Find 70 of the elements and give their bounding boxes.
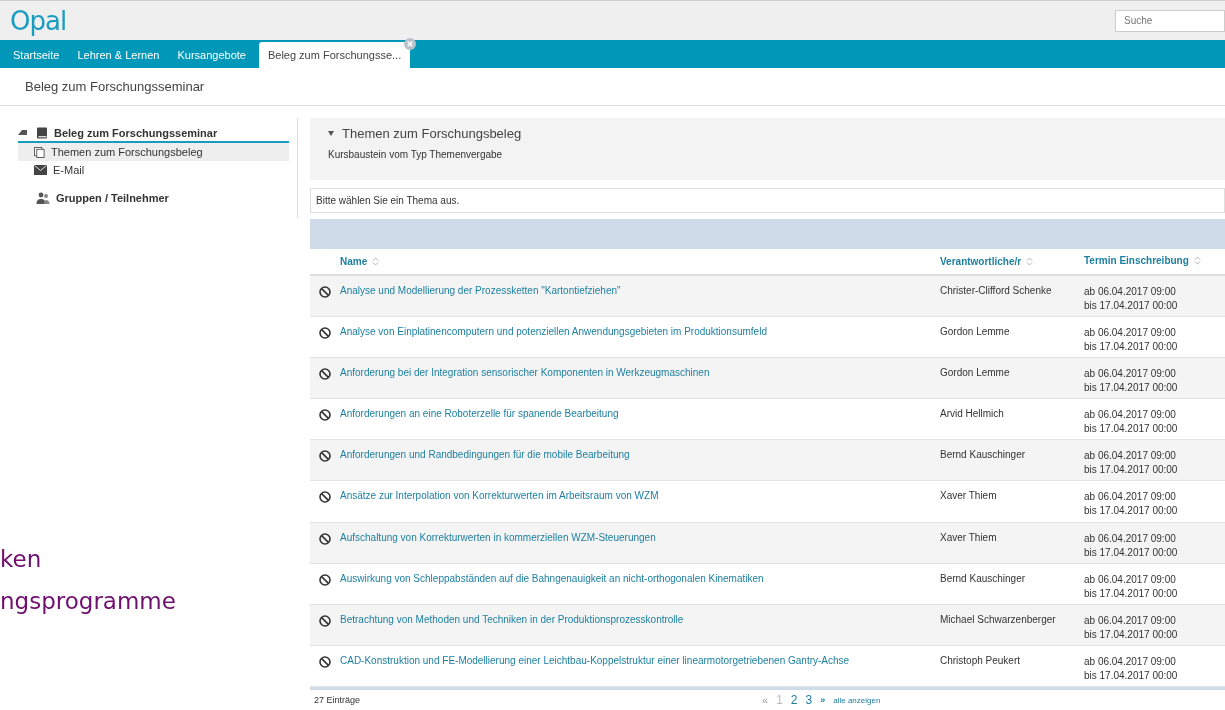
date-cell-text: ab 06.04.2017 09:00 bis 17.04.2017 00:00	[1084, 655, 1179, 684]
date-cell-text: ab 06.04.2017 09:00 bis 17.04.2017 00:00	[1084, 366, 1179, 395]
date-cell-text: ab 06.04.2017 09:00 bis 17.04.2017 00:00	[1084, 408, 1179, 437]
table-cell-text: Arvid Hellmich	[940, 408, 1005, 420]
pages-icon	[34, 146, 45, 158]
not-allowed-icon	[319, 367, 331, 380]
table-cell-text: Bernd Kauschinger	[940, 449, 1027, 461]
date-cell-text: ab 06.04.2017 09:00 bis 17.04.2017 00:00	[1084, 531, 1179, 560]
nav-tab[interactable]: Beleg zum Forschungsse...	[258, 42, 411, 68]
column-header[interactable]: Name	[340, 255, 940, 267]
envelope-icon	[34, 165, 47, 175]
topic-link[interactable]: Aufschaltung von Korrekturwerten in kommerziellen WZM-Steuerungen	[340, 531, 656, 543]
topic-link[interactable]: Ansätze zur Interpolation von Korrekturwerten im Arbeitsraum von WZM	[340, 490, 659, 502]
not-allowed-icon	[319, 450, 331, 463]
table-cell-text: Gordon Lemme	[940, 325, 1011, 337]
date-cell-text: ab 06.04.2017 09:00 bis 17.04.2017 00:00	[1084, 325, 1179, 354]
topic-link[interactable]: Anforderungen und Randbedingungen für die mobile Bearbeitung	[340, 449, 630, 461]
logo[interactable]: Opal	[10, 7, 67, 34]
page-link[interactable]: 2	[790, 693, 798, 708]
not-allowed-icon	[319, 614, 331, 627]
table-cell-text: Christoph Peukert	[940, 655, 1022, 667]
not-allowed-icon	[319, 532, 331, 545]
people-icon	[36, 192, 50, 204]
not-allowed-icon	[319, 573, 331, 586]
topic-link[interactable]: Betrachtung von Methoden und Techniken in der Produktionsprozesskontrolle	[340, 613, 684, 625]
not-allowed-icon	[319, 326, 331, 339]
table-cell-text: Bernd Kauschinger	[940, 572, 1027, 584]
topic-link[interactable]: Auswirkung von Schleppabständen auf die Bahngenauigkeit an nicht-orthogonalen Kinematiken	[340, 572, 764, 584]
book-icon	[36, 126, 48, 139]
table-cell-text: Gordon Lemme	[940, 366, 1011, 378]
date-cell-text: ab 06.04.2017 09:00 bis 17.04.2017 00:00	[1084, 613, 1179, 642]
next-link[interactable]: »	[820, 695, 826, 706]
topic-link[interactable]: Anforderung bei der Integration sensorischer Komponenten in Werkzeugmaschinen	[340, 366, 710, 378]
collapse-triangle-icon[interactable]	[18, 130, 27, 135]
node-title: Themen zum Forschungsbeleg	[342, 126, 522, 141]
not-allowed-icon	[319, 656, 331, 669]
nav-tab[interactable]: Kursangebote	[168, 42, 255, 68]
table-cell-text: Xaver Thiem	[940, 490, 998, 502]
tree-item[interactable]: Gruppen / Teilnehmer	[18, 189, 289, 207]
table-cell-text: Xaver Thiem	[940, 531, 998, 543]
tree-item[interactable]: E-Mail	[18, 161, 289, 179]
topic-link[interactable]: Anforderungen an eine Roboterzelle für spanende Bearbeitung	[340, 408, 619, 420]
table-cell-text: Michael Schwarzenberger	[940, 613, 1057, 625]
tree-item[interactable]: Themen zum Forschungsbeleg	[18, 143, 289, 161]
show-all-link[interactable]: alle anzeigen	[833, 695, 881, 705]
collapse-triangle-icon[interactable]	[328, 131, 334, 136]
not-allowed-icon	[319, 285, 331, 298]
search-field[interactable]: Suche	[1115, 9, 1225, 32]
not-allowed-icon	[319, 491, 331, 504]
nav-tab[interactable]: Lehren & Lernen	[68, 42, 169, 68]
date-cell-text: ab 06.04.2017 09:00 bis 17.04.2017 00:00	[1084, 449, 1179, 478]
table-cell-text: Christer-Clifford Schenke	[940, 284, 1053, 296]
node-subtitle: Kursbaustein vom Typ Themenvergabe	[328, 149, 504, 160]
date-cell-text: ab 06.04.2017 09:00 bis 17.04.2017 00:00	[1084, 490, 1179, 519]
date-cell-text: ab 06.04.2017 09:00 bis 17.04.2017 00:00	[1084, 284, 1179, 313]
notice-box: Bitte wählen Sie ein Thema aus.	[310, 187, 1225, 214]
not-allowed-icon	[319, 409, 331, 422]
column-header[interactable]: Termin Einschreibung	[1084, 254, 1225, 269]
close-icon[interactable]	[404, 38, 417, 50]
topic-link[interactable]: CAD-Konstruktion und FE-Modellierung einer Leichtbau-Koppelstruktur einer linearmotorgetriebenen Gantry-Achse	[340, 655, 850, 667]
page-title: Beleg zum Forschungsseminar	[25, 79, 205, 94]
column-header[interactable]: Verantwortliche/r	[940, 255, 1084, 267]
date-cell-text: ab 06.04.2017 09:00 bis 17.04.2017 00:00	[1084, 572, 1179, 601]
slide-text: ngsprogramme	[0, 588, 176, 614]
page-link[interactable]: 3	[805, 693, 813, 708]
entry-count: 27 Einträge	[313, 695, 362, 706]
slide-text: ken	[0, 546, 43, 572]
nav-tab[interactable]: Startseite	[4, 42, 69, 68]
topic-link[interactable]: Analyse und Modellierung der Prozessketten "Kartontiefziehen"	[340, 284, 621, 296]
topic-link[interactable]: Analyse von Einplatinencomputern und potenziellen Anwendungsgebieten im Produktionsumfeld	[340, 325, 767, 337]
